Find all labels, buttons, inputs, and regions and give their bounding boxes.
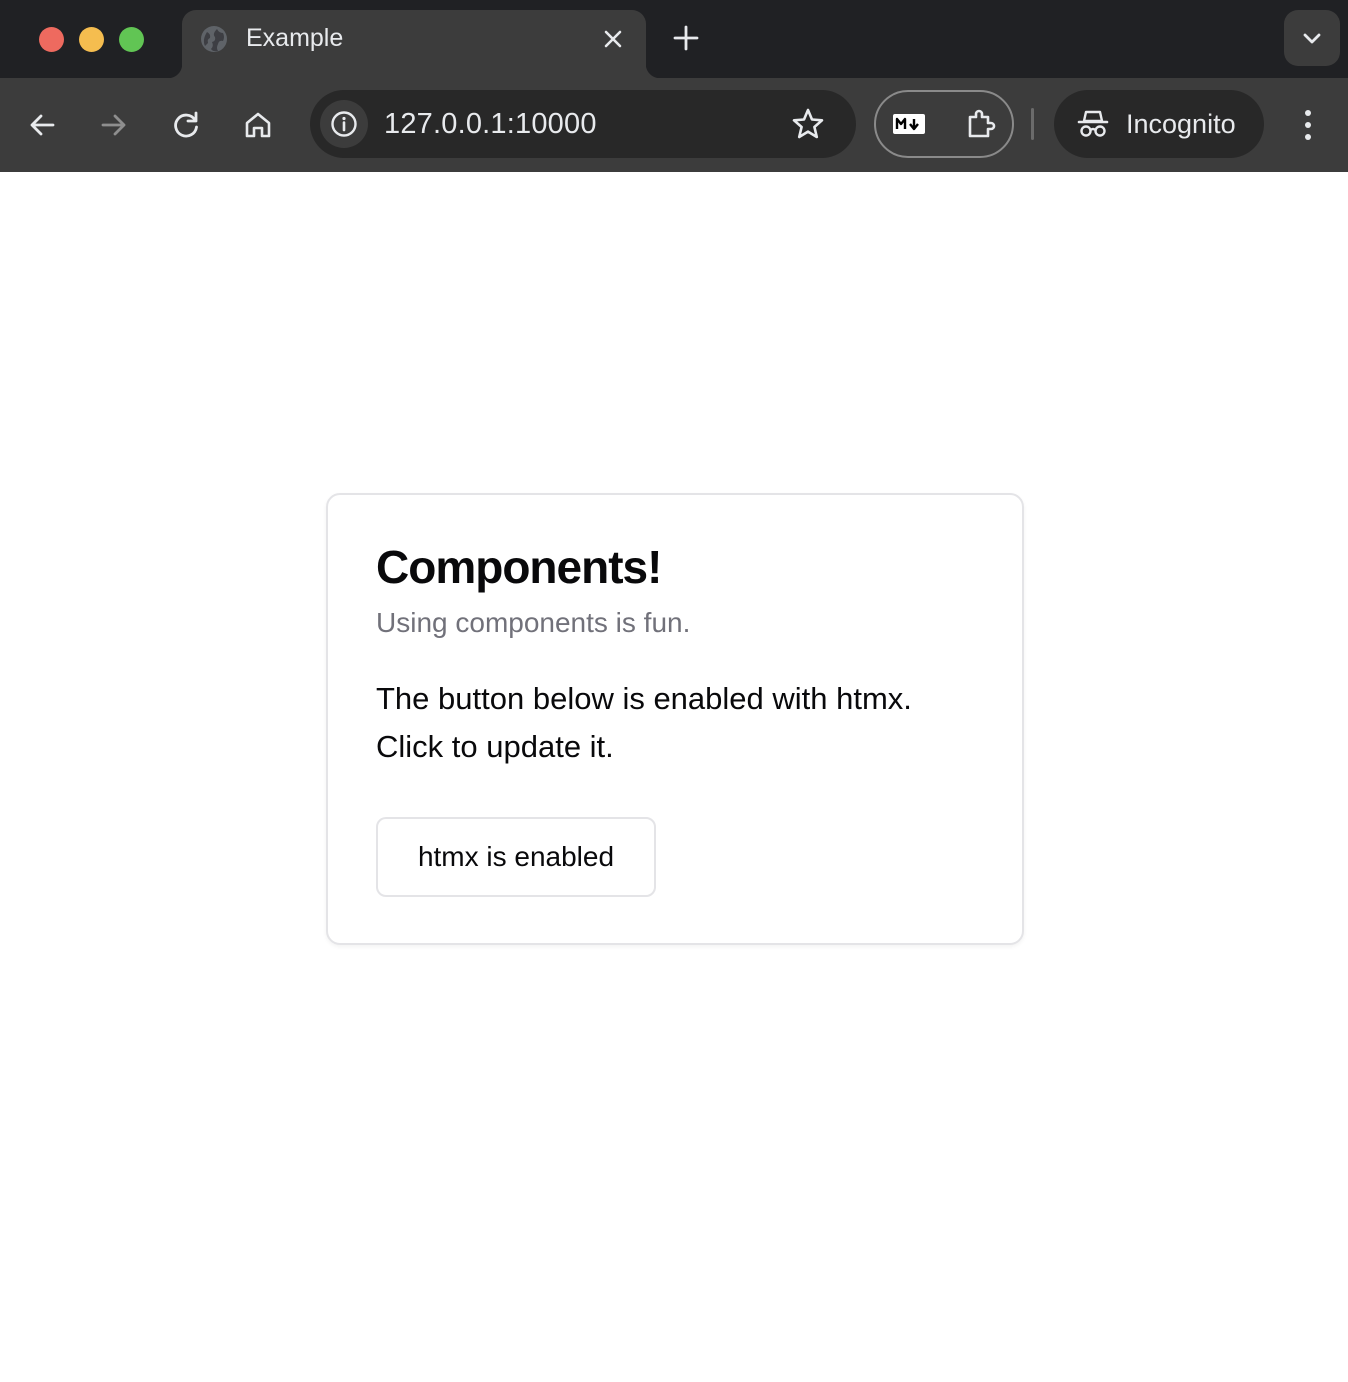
toolbar-divider xyxy=(1031,108,1034,140)
tab-strip: Example xyxy=(0,0,1348,78)
browser-tab[interactable]: Example xyxy=(168,10,660,78)
site-info-button[interactable] xyxy=(320,100,368,148)
address-bar[interactable]: 127.0.0.1:10000 xyxy=(310,90,856,158)
new-tab-icon[interactable] xyxy=(672,24,700,52)
page-viewport: Components! Using components is fun. The… xyxy=(0,172,1348,1382)
markdown-extension-icon[interactable] xyxy=(893,114,925,134)
info-icon xyxy=(331,111,357,137)
bookmark-star-icon[interactable] xyxy=(790,106,826,142)
browser-toolbar: 127.0.0.1:10000 Incognito xyxy=(0,78,1348,172)
components-card: Components! Using components is fun. The… xyxy=(326,493,1024,945)
incognito-icon xyxy=(1077,110,1109,137)
reload-icon[interactable] xyxy=(169,108,203,142)
forward-arrow-icon[interactable] xyxy=(97,108,131,142)
minimize-window-button[interactable] xyxy=(79,27,104,52)
back-arrow-icon[interactable] xyxy=(25,108,59,142)
close-window-button[interactable] xyxy=(39,27,64,52)
close-tab-icon[interactable] xyxy=(600,26,626,52)
incognito-profile-button[interactable]: Incognito xyxy=(1054,90,1264,158)
globe-icon xyxy=(201,26,227,52)
incognito-label: Incognito xyxy=(1126,109,1236,139)
card-title: Components! xyxy=(376,541,662,593)
more-menu-icon[interactable] xyxy=(1294,108,1322,142)
tab-search-button[interactable] xyxy=(1284,10,1340,66)
url-text[interactable]: 127.0.0.1:10000 xyxy=(384,106,597,142)
htmx-button[interactable]: htmx is enabled xyxy=(376,817,656,897)
extensions-puzzle-icon[interactable] xyxy=(964,107,998,141)
chevron-down-icon xyxy=(1303,33,1321,44)
home-icon[interactable] xyxy=(241,108,275,142)
card-description: The button below is enabled with htmx. C… xyxy=(376,681,912,764)
tab-title: Example xyxy=(246,24,344,52)
maximize-window-button[interactable] xyxy=(119,27,144,52)
card-subtitle: Using components is fun. xyxy=(376,607,691,638)
extensions-group xyxy=(874,90,1014,158)
